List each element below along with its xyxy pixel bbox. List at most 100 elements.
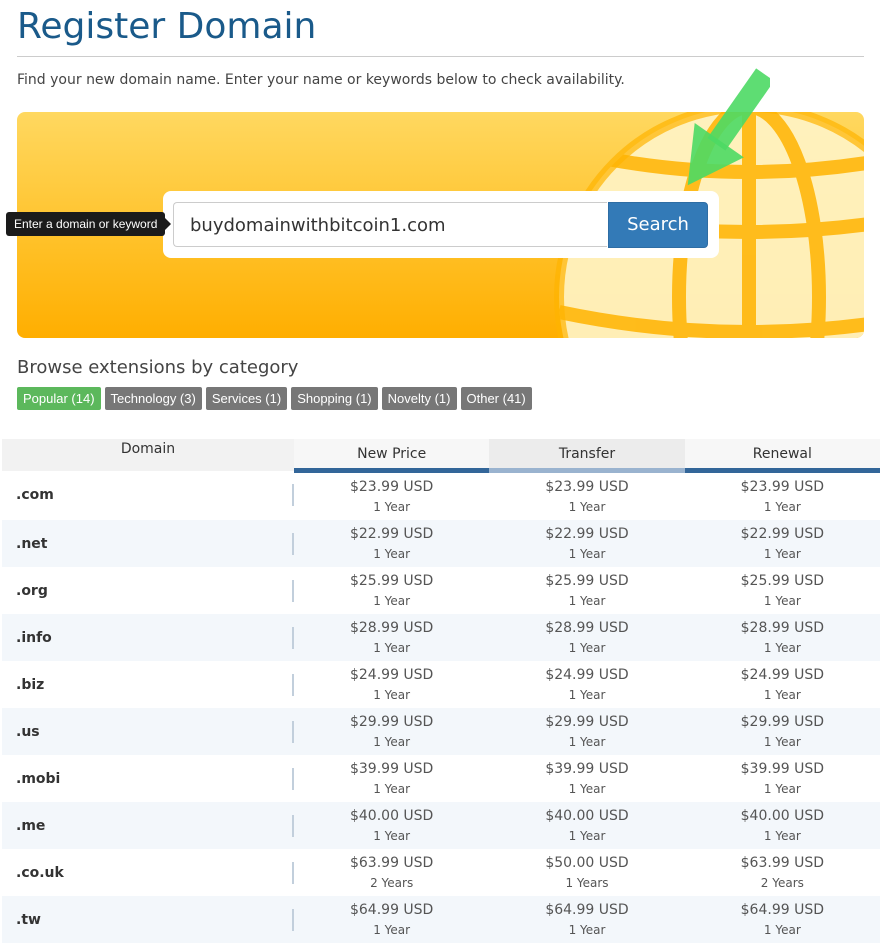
price-period: 1 Year xyxy=(373,688,411,702)
renewal-price-cell: $23.99 USD 1 Year xyxy=(684,470,880,520)
tld-cell: .net xyxy=(2,520,294,567)
price-period: 1 Year xyxy=(568,782,606,796)
price-period: 1 Year xyxy=(373,641,411,655)
tld-cell: .mobi xyxy=(2,755,294,802)
price-period: 1 Year xyxy=(373,594,411,608)
tld-cell: .biz xyxy=(2,661,294,708)
search-button[interactable]: Search xyxy=(608,202,708,248)
price-amount: $50.00 USD xyxy=(545,855,629,871)
column-header-domain: Domain xyxy=(2,439,294,471)
price-period: 1 Year xyxy=(568,923,606,937)
price-amount: $29.99 USD xyxy=(545,714,629,730)
tld-cell: .com xyxy=(2,470,294,520)
transfer-price-cell: $64.99 USD 1 Year xyxy=(489,896,685,943)
column-header-new-price: New Price xyxy=(294,439,490,473)
new-price-cell: $23.99 USD 1 Year xyxy=(294,470,490,520)
pricing-table: Domain New Price Transfer Renewal .com $… xyxy=(2,439,880,943)
new-price-cell: $25.99 USD 1 Year xyxy=(294,567,490,614)
tld-cell: .info xyxy=(2,614,294,661)
category-shopping[interactable]: Shopping (1) xyxy=(291,387,378,410)
price-amount: $39.99 USD xyxy=(545,761,629,777)
column-header-renewal: Renewal xyxy=(684,439,880,473)
price-amount: $22.99 USD xyxy=(545,526,629,542)
price-period: 1 Year xyxy=(568,500,606,514)
category-popular[interactable]: Popular (14) xyxy=(17,387,101,410)
tld-cell: .tw xyxy=(2,896,294,943)
price-period: 1 Year xyxy=(763,641,801,655)
price-amount: $40.00 USD xyxy=(740,808,824,824)
column-header-transfer: Transfer xyxy=(489,439,685,473)
price-period: 1 Year xyxy=(568,829,606,843)
tld-cell: .us xyxy=(2,708,294,755)
price-amount: $23.99 USD xyxy=(740,479,824,495)
transfer-price-cell: $22.99 USD 1 Year xyxy=(489,520,685,567)
price-amount: $25.99 USD xyxy=(740,573,824,589)
price-amount: $40.00 USD xyxy=(349,808,434,824)
transfer-price-cell: $25.99 USD 1 Year xyxy=(489,567,685,614)
page-subtitle: Find your new domain name. Enter your na… xyxy=(17,72,625,88)
table-row: .mobi $39.99 USD 1 Year $39.99 USD 1 Year … xyxy=(2,755,880,802)
category-technology[interactable]: Technology (3) xyxy=(104,387,202,410)
price-amount: $64.99 USD xyxy=(349,902,434,918)
table-row: .tw $64.99 USD 1 Year $64.99 USD 1 Year $6… xyxy=(2,896,880,943)
table-row: .net $22.99 USD 1 Year $22.99 USD 1 Year $… xyxy=(2,520,880,567)
transfer-price-cell: $28.99 USD 1 Year xyxy=(489,614,685,661)
renewal-price-cell: $25.99 USD 1 Year xyxy=(684,567,880,614)
price-period: 1 Year xyxy=(568,735,606,749)
arrow-icon xyxy=(687,68,770,186)
page-title: Register Domain xyxy=(17,6,317,47)
category-services[interactable]: Services (1) xyxy=(205,387,288,410)
category-filters: Popular (14) Technology (3) Services (1)… xyxy=(17,387,532,410)
new-price-cell: $24.99 USD 1 Year xyxy=(294,661,490,708)
price-period: 1 Year xyxy=(763,688,801,702)
price-period: 1 Year xyxy=(763,829,801,843)
price-period: 1 Year xyxy=(373,547,411,561)
table-row: .me $40.00 USD 1 Year $40.00 USD 1 Year $4… xyxy=(2,802,880,849)
table-row: .org $25.99 USD 1 Year $25.99 USD 1 Year $… xyxy=(2,567,880,614)
domain-search-input[interactable]: buydomainwithbitcoin1.com xyxy=(173,202,607,247)
price-period: 1 Year xyxy=(373,782,411,796)
price-period: 1 Year xyxy=(763,594,801,608)
price-amount: $25.99 USD xyxy=(545,573,629,589)
transfer-price-cell: $40.00 USD 1 Year xyxy=(489,802,685,849)
new-price-cell: $29.99 USD 1 Year xyxy=(294,708,490,755)
new-price-cell: $28.99 USD 1 Year xyxy=(294,614,490,661)
price-period: 1 Year xyxy=(373,500,411,514)
price-amount: $40.00 USD xyxy=(545,808,629,824)
transfer-price-cell: $29.99 USD 1 Year xyxy=(489,708,685,755)
price-amount: $24.99 USD xyxy=(740,667,824,683)
price-amount: $39.99 USD xyxy=(349,761,434,777)
price-period: 1 Year xyxy=(763,500,801,514)
renewal-price-cell: $28.99 USD 1 Year xyxy=(684,614,880,661)
new-price-cell: $63.99 USD 2 Years xyxy=(294,849,490,896)
price-amount: $29.99 USD xyxy=(349,714,434,730)
new-price-cell: $40.00 USD 1 Year xyxy=(294,802,490,849)
price-amount: $28.99 USD xyxy=(545,620,629,636)
price-period: 1 Year xyxy=(373,735,411,749)
tld-cell: .org xyxy=(2,567,294,614)
new-price-cell: $22.99 USD 1 Year xyxy=(294,520,490,567)
price-amount: $63.99 USD xyxy=(740,855,824,871)
transfer-price-cell: $24.99 USD 1 Year xyxy=(489,661,685,708)
transfer-price-cell: $50.00 USD 1 Years xyxy=(489,849,685,896)
table-row: .biz $24.99 USD 1 Year $24.99 USD 1 Year $… xyxy=(2,661,880,708)
table-row: .co.uk $63.99 USD 2 Years $50.00 USD 1 Yea… xyxy=(2,849,880,896)
price-amount: $39.99 USD xyxy=(740,761,824,777)
price-period: 1 Year xyxy=(373,923,411,937)
price-period: 2 Years xyxy=(370,876,414,890)
tld-cell: .co.uk xyxy=(2,849,294,896)
price-period: 1 Year xyxy=(763,735,801,749)
category-other[interactable]: Other (41) xyxy=(460,387,532,410)
price-amount: $28.99 USD xyxy=(740,620,824,636)
category-novelty[interactable]: Novelty (1) xyxy=(381,387,457,410)
price-amount: $28.99 USD xyxy=(349,620,434,636)
price-amount: $23.99 USD xyxy=(349,479,434,495)
price-period: 2 Years xyxy=(760,876,804,890)
renewal-price-cell: $63.99 USD 2 Years xyxy=(684,849,880,896)
table-row: .com $23.99 USD 1 Year $23.99 USD 1 Year $… xyxy=(2,470,880,520)
price-amount: $22.99 USD xyxy=(740,526,824,542)
price-amount: $22.99 USD xyxy=(349,526,434,542)
price-period: 1 Year xyxy=(568,641,606,655)
new-price-cell: $39.99 USD 1 Year xyxy=(294,755,490,802)
title-divider xyxy=(17,56,864,57)
